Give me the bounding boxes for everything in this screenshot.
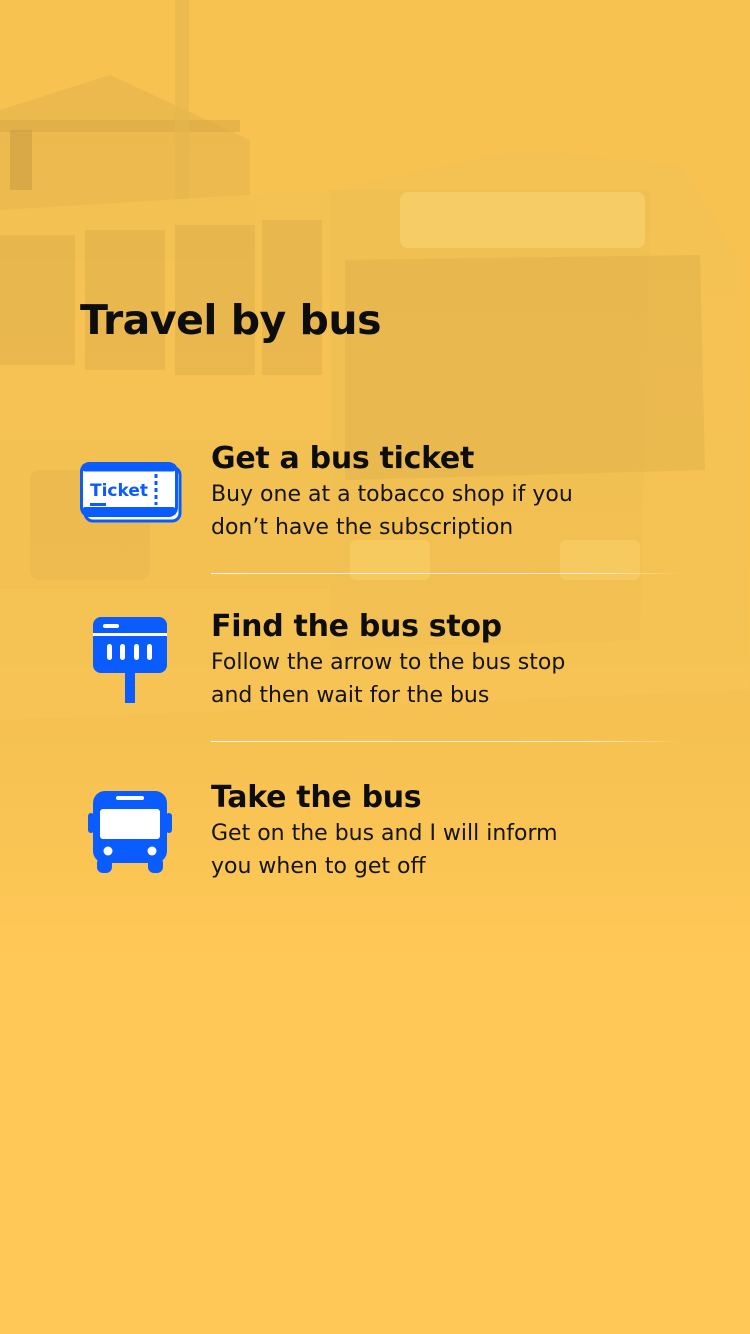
step-description: Buy one at a tobacco shop if you don’t h… — [211, 482, 573, 540]
bus-icon — [88, 791, 172, 877]
page-title: Travel by bus — [80, 296, 382, 344]
step-title: Take the bus — [211, 780, 422, 815]
divider — [211, 573, 681, 574]
ticket-icon-label: Ticket — [90, 481, 148, 501]
step-description: Follow the arrow to the bus stop and the… — [211, 650, 566, 708]
ticket-icon: Ticket — [80, 462, 182, 528]
bus-stop-icon — [93, 617, 167, 707]
divider — [211, 741, 681, 742]
step-title: Get a bus ticket — [211, 441, 475, 476]
step-description: Get on the bus and I will inform you whe… — [211, 821, 558, 879]
step-title: Find the bus stop — [211, 609, 502, 644]
